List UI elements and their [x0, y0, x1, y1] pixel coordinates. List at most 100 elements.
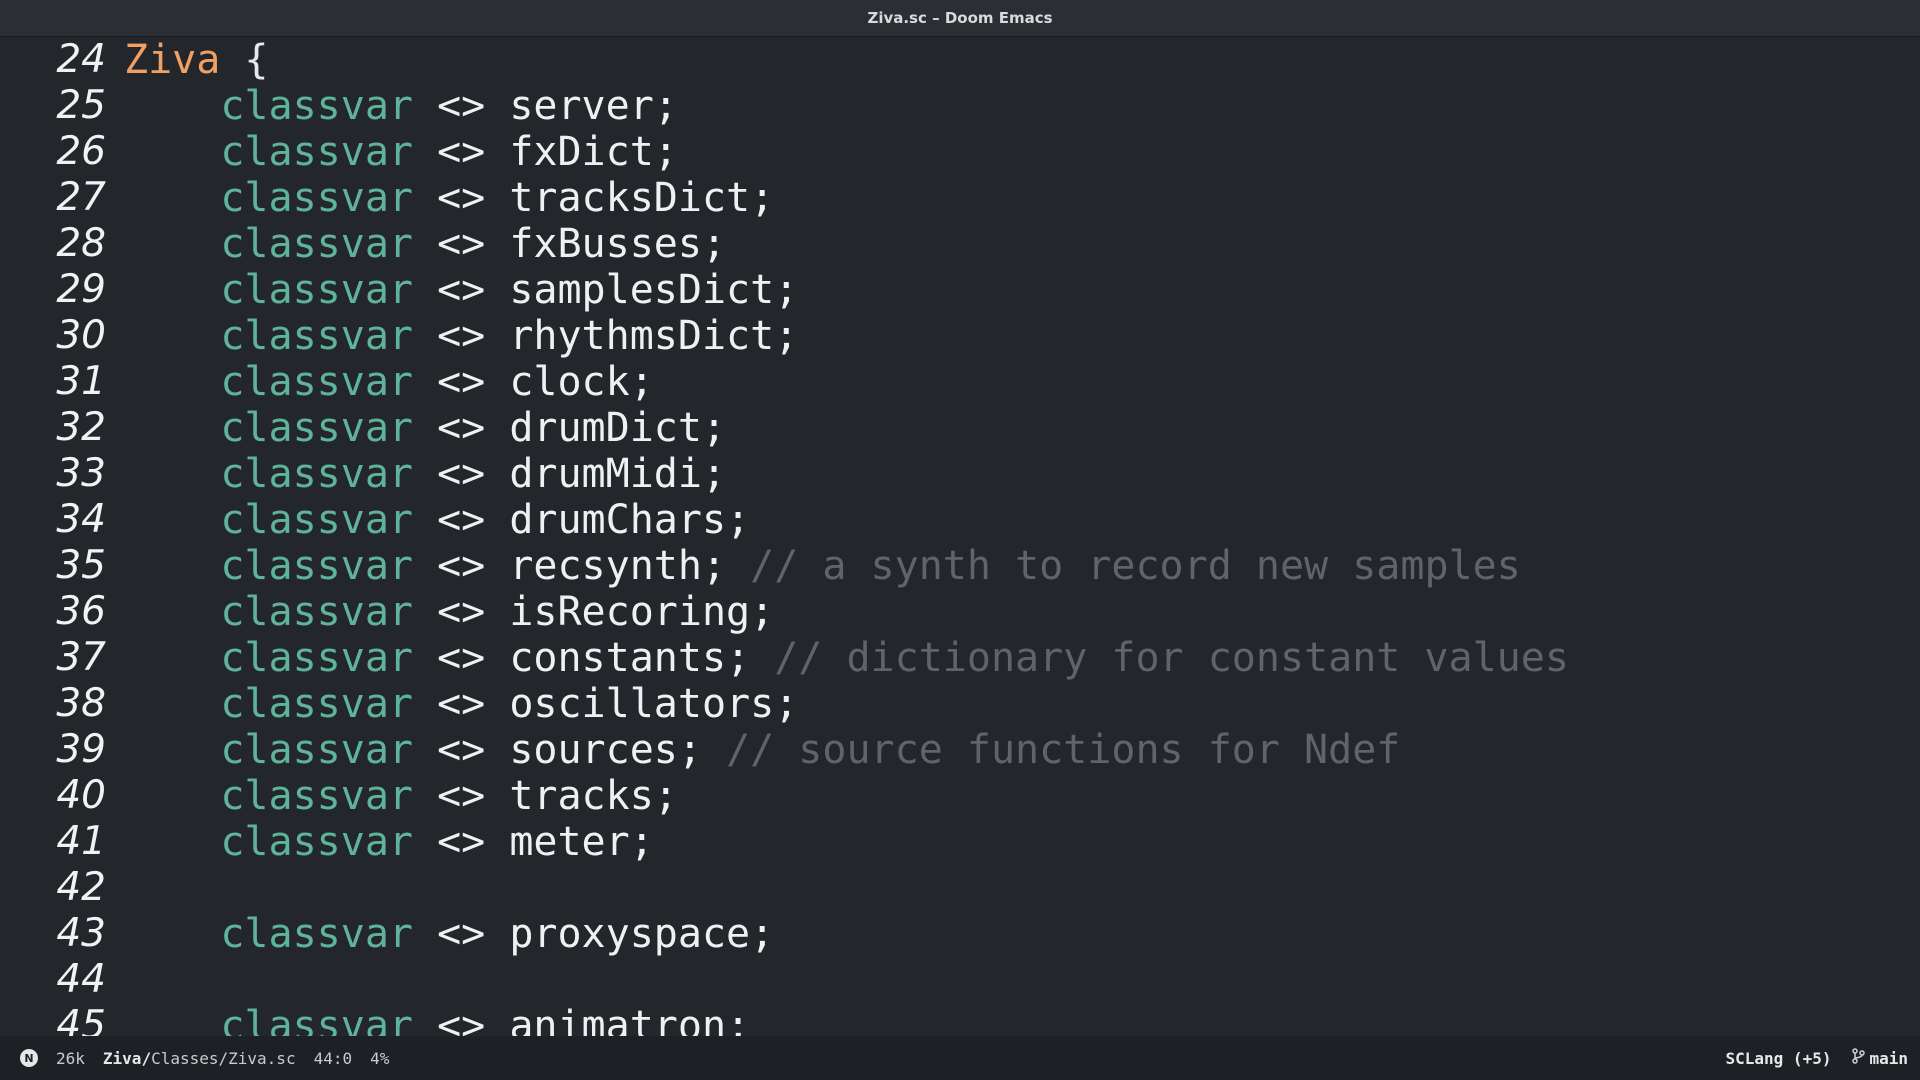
- code-line[interactable]: 26 classvar <> fxDict;: [0, 129, 1920, 175]
- keyword-token: classvar: [220, 681, 413, 727]
- keyword-token: classvar: [220, 543, 413, 589]
- code-token: <> animatron;: [412, 1003, 751, 1036]
- code-token: <> constants;: [412, 635, 775, 681]
- buffer-path-rest: Classes/Ziva.sc: [151, 1048, 296, 1068]
- git-branch-icon: [1851, 1048, 1866, 1068]
- line-number: 30: [56, 313, 106, 358]
- buffer-path[interactable]: Ziva/Classes/Ziva.sc: [103, 1049, 296, 1068]
- major-mode[interactable]: SCLang (+5): [1726, 1049, 1832, 1068]
- modeline-right: SCLang (+5) main: [1726, 1048, 1908, 1068]
- cursor-position: 44:0: [313, 1048, 353, 1068]
- code-token: <> tracksDict;: [412, 175, 775, 221]
- code-line[interactable]: 32 classvar <> drumDict;: [0, 405, 1920, 451]
- code-line[interactable]: 30 classvar <> rhythmsDict;: [0, 313, 1920, 359]
- comment-token: // dictionary for constant values: [774, 635, 1569, 681]
- code-line[interactable]: 39 classvar <> sources; // source functi…: [0, 727, 1920, 773]
- window-titlebar: Ziva.sc – Doom Emacs: [0, 0, 1920, 37]
- keyword-token: classvar: [220, 313, 413, 359]
- buffer-path-root: Ziva/: [102, 1048, 152, 1068]
- editor-buffer[interactable]: 24 Ziva {25 classvar <> server; 26 classva…: [0, 37, 1920, 1036]
- line-number: 33: [56, 451, 106, 496]
- line-number: 27: [56, 175, 106, 220]
- keyword-token: classvar: [220, 405, 413, 451]
- modeline: N 26k Ziva/Classes/Ziva.sc 44:0 4% SCLan…: [0, 1036, 1920, 1080]
- line-code: classvar <> constants; // dictionary for…: [124, 635, 1569, 681]
- line-code: classvar <> server;: [124, 83, 678, 129]
- code-token: <> fxDict;: [412, 129, 678, 175]
- code-line[interactable]: 40 classvar <> tracks;: [0, 773, 1920, 819]
- line-number: 43: [56, 911, 106, 956]
- window-title: Ziva.sc – Doom Emacs: [867, 9, 1053, 27]
- code-token: {: [220, 37, 269, 83]
- line-code: classvar <> isRecoring;: [124, 589, 774, 635]
- line-number: 26: [56, 129, 106, 174]
- code-line[interactable]: 31 classvar <> clock;: [0, 359, 1920, 405]
- code-line[interactable]: 25 classvar <> server;: [0, 83, 1920, 129]
- keyword-token: classvar: [220, 635, 413, 681]
- class-name-token: Ziva: [124, 37, 221, 83]
- keyword-token: classvar: [220, 773, 413, 819]
- line-number: 40: [56, 773, 106, 818]
- line-code: classvar <> sources; // source functions…: [124, 727, 1400, 773]
- line-code: Ziva {: [124, 37, 269, 83]
- code-line[interactable]: 44: [0, 957, 1920, 1003]
- code-token: <> fxBusses;: [412, 221, 727, 267]
- line-number: 45: [56, 1003, 106, 1036]
- keyword-token: classvar: [220, 359, 413, 405]
- line-code: classvar <> drumMidi;: [124, 451, 726, 497]
- code-token: <> oscillators;: [412, 681, 799, 727]
- line-code: classvar <> proxyspace;: [124, 911, 774, 957]
- code-line[interactable]: 42: [0, 865, 1920, 911]
- line-code: classvar <> rhythmsDict;: [124, 313, 798, 359]
- code-line[interactable]: 41 classvar <> meter;: [0, 819, 1920, 865]
- line-code: classvar <> recsynth; // a synth to reco…: [124, 543, 1520, 589]
- code-line[interactable]: 33 classvar <> drumMidi;: [0, 451, 1920, 497]
- code-line[interactable]: 29 classvar <> samplesDict;: [0, 267, 1920, 313]
- code-line[interactable]: 37 classvar <> constants; // dictionary …: [0, 635, 1920, 681]
- keyword-token: classvar: [220, 175, 413, 221]
- code-line[interactable]: 35 classvar <> recsynth; // a synth to r…: [0, 543, 1920, 589]
- line-code: classvar <> clock;: [124, 359, 653, 405]
- code-token: <> rhythmsDict;: [412, 313, 799, 359]
- code-line[interactable]: 34 classvar <> drumChars;: [0, 497, 1920, 543]
- code-line[interactable]: 28 classvar <> fxBusses;: [0, 221, 1920, 267]
- evil-normal-state-icon: N: [20, 1049, 38, 1067]
- keyword-token: classvar: [220, 1003, 413, 1036]
- line-number: 32: [56, 405, 106, 450]
- line-code: classvar <> drumDict;: [124, 405, 726, 451]
- line-number: 41: [56, 819, 106, 864]
- code-line[interactable]: 24 Ziva {: [0, 37, 1920, 83]
- code-line[interactable]: 45 classvar <> animatron;: [0, 1003, 1920, 1036]
- line-number: 37: [56, 635, 106, 680]
- line-number: 24: [56, 37, 106, 82]
- code-line[interactable]: 27 classvar <> tracksDict;: [0, 175, 1920, 221]
- line-code: classvar <> samplesDict;: [124, 267, 798, 313]
- code-line[interactable]: 43 classvar <> proxyspace;: [0, 911, 1920, 957]
- code-token: <> drumChars;: [412, 497, 751, 543]
- code-token: <> isRecoring;: [412, 589, 775, 635]
- line-code: classvar <> fxDict;: [124, 129, 678, 175]
- line-number: 36: [56, 589, 106, 634]
- modeline-left: N 26k Ziva/Classes/Ziva.sc 44:0 4%: [20, 1049, 407, 1068]
- code-token: <> drumDict;: [412, 405, 727, 451]
- code-line[interactable]: 36 classvar <> isRecoring;: [0, 589, 1920, 635]
- code-line[interactable]: 38 classvar <> oscillators;: [0, 681, 1920, 727]
- comment-token: // source functions for Ndef: [726, 727, 1401, 773]
- line-number: 42: [56, 865, 106, 910]
- keyword-token: classvar: [220, 497, 413, 543]
- vcs-branch[interactable]: main: [1851, 1048, 1908, 1068]
- keyword-token: classvar: [220, 221, 413, 267]
